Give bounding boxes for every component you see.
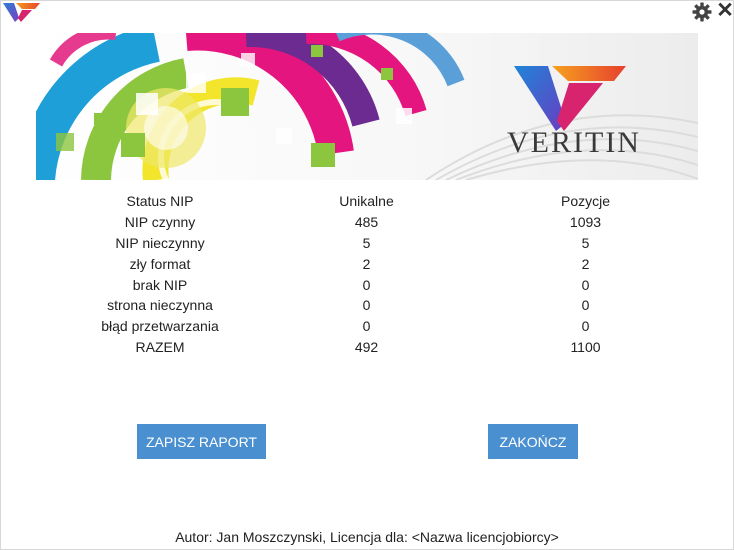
row-status-label: błąd przetwarzania	[101, 318, 219, 335]
row-positions-value: 2	[581, 255, 590, 272]
row-unique-value: 5	[362, 234, 371, 251]
row-unique-value: 485	[354, 214, 379, 231]
row-positions-value: 1093	[569, 214, 602, 231]
column-header-status: Status NIP	[126, 193, 194, 210]
row-status-label: brak NIP	[132, 276, 188, 293]
row-unique-value: 0	[362, 318, 371, 335]
nip-status-table: Status NIP Unikalne Pozycje NIP czynny 4…	[70, 191, 688, 357]
row-status-label: zły format	[129, 255, 191, 272]
table-row: brak NIP 0 0	[70, 274, 688, 295]
row-unique-value: 2	[362, 255, 371, 272]
table-row: strona nieczynna 0 0	[70, 295, 688, 316]
row-status-label: NIP czynny	[124, 214, 196, 231]
table-row: zły format 2 2	[70, 253, 688, 274]
table-header-row: Status NIP Unikalne Pozycje	[70, 191, 688, 212]
veritin-logo-icon	[3, 3, 40, 22]
gear-icon[interactable]	[692, 2, 712, 22]
row-status-label: strona nieczynna	[107, 297, 213, 314]
header-banner: VERITIN	[36, 33, 698, 180]
table-row: NIP czynny 485 1093	[70, 212, 688, 233]
row-status-label: RAZEM	[135, 338, 185, 355]
row-positions-value: 0	[581, 318, 590, 335]
column-header-positions: Pozycje	[560, 193, 611, 210]
table-row: błąd przetwarzania 0 0	[70, 316, 688, 337]
column-header-unique: Unikalne	[339, 193, 394, 210]
table-row-total: RAZEM 492 1100	[70, 337, 688, 358]
row-unique-value: 0	[362, 276, 371, 293]
brand-name-text: VERITIN	[507, 126, 641, 159]
row-unique-value: 0	[362, 297, 371, 314]
finish-button[interactable]: ZAKOŃCZ	[488, 424, 578, 459]
row-positions-value: 0	[581, 276, 590, 293]
close-icon[interactable]: ✕	[716, 0, 734, 21]
row-positions-value: 0	[581, 297, 590, 314]
row-positions-value: 1100	[570, 338, 601, 355]
footer-author-license: Autor: Jan Moszczynski, Licencja dla: <N…	[175, 529, 559, 545]
table-row: NIP nieczynny 5 5	[70, 233, 688, 254]
save-report-button[interactable]: ZAPISZ RAPORT	[137, 424, 266, 459]
row-status-label: NIP nieczynny	[115, 234, 205, 251]
row-positions-value: 5	[581, 234, 590, 251]
row-unique-value: 492	[354, 338, 379, 355]
